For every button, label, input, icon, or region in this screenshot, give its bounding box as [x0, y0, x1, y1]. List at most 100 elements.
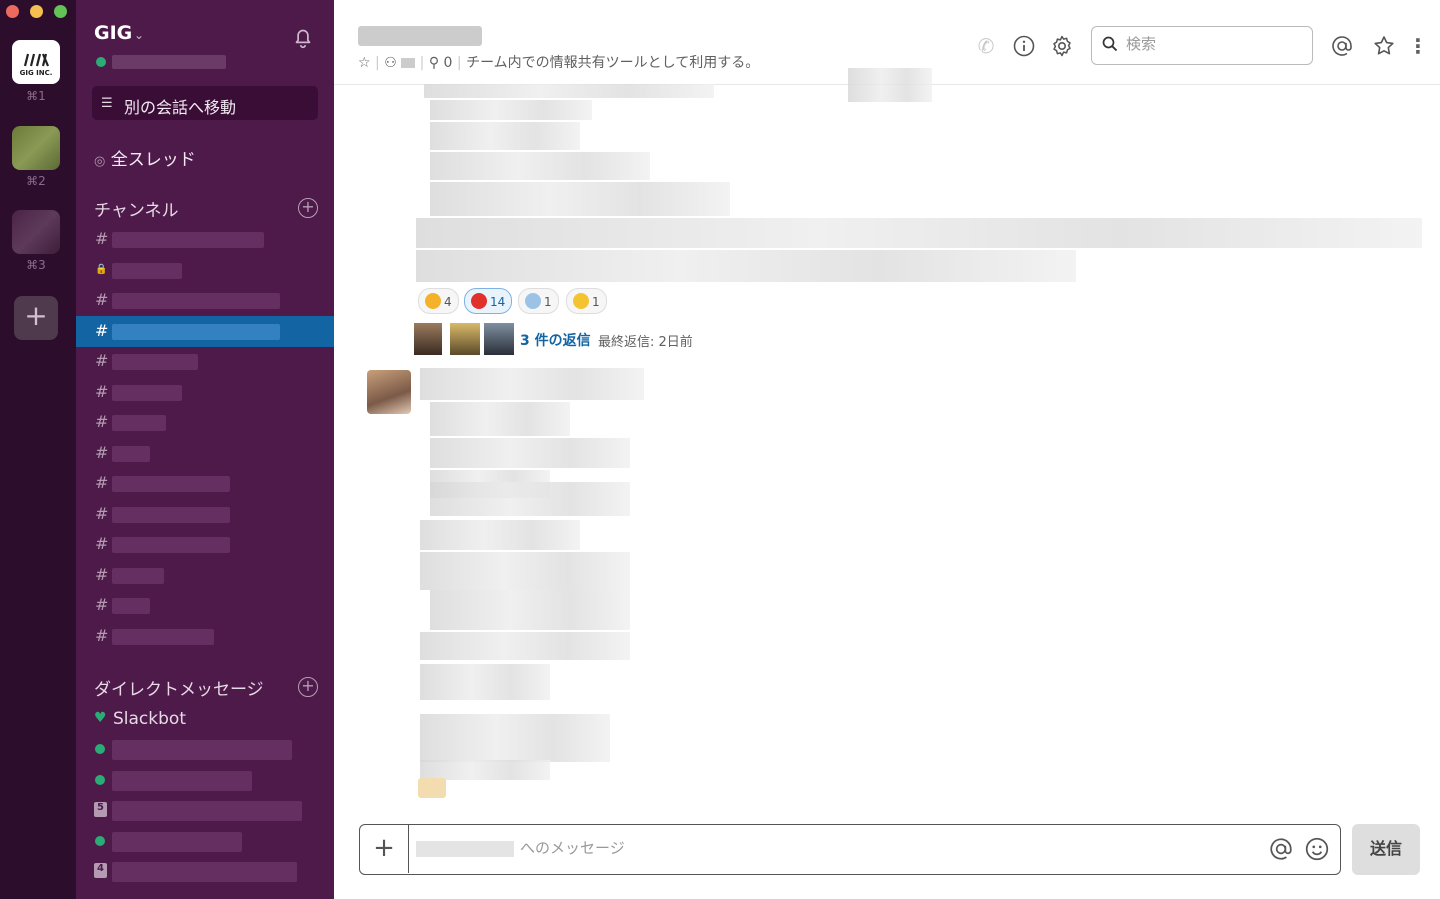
sidebar-channel-item[interactable]: #: [76, 285, 334, 316]
reaction-count: 14: [490, 295, 506, 309]
message-text-redacted: [430, 152, 650, 180]
sidebar-channel-item[interactable]: #: [76, 529, 334, 560]
reply-avatars[interactable]: [414, 323, 518, 355]
search-box[interactable]: [1091, 26, 1313, 65]
member-icon[interactable]: ⚇: [384, 55, 397, 71]
add-workspace-button[interactable]: +: [14, 296, 58, 340]
sidebar-dm-item[interactable]: [76, 826, 334, 857]
star-channel-icon[interactable]: ☆: [358, 55, 371, 71]
channel-name-redacted: [112, 476, 230, 492]
reaction-celebrate-kanji[interactable]: 14: [464, 288, 513, 314]
send-button[interactable]: 送信: [1352, 824, 1420, 875]
reaction-thumbs-up[interactable]: 4: [418, 288, 459, 314]
celebrate-kanji-icon: [471, 293, 487, 309]
message-text-redacted: [848, 68, 932, 102]
sidebar-channel-item[interactable]: #: [76, 377, 334, 408]
message-text-redacted: [420, 368, 644, 400]
screaming-face-icon: [525, 293, 541, 309]
sidebar-channel-item[interactable]: 🔒: [76, 255, 334, 286]
hash-icon: #: [95, 503, 109, 523]
sidebar-dm-item[interactable]: [76, 765, 334, 796]
pin-count[interactable]: 0: [444, 55, 453, 71]
reaction-screaming-face[interactable]: 1: [518, 288, 559, 314]
team-shortcut-1: ⌘1: [26, 89, 46, 103]
chevron-down-icon[interactable]: ⌄: [134, 28, 144, 42]
message-input[interactable]: [520, 839, 1200, 857]
channel-name-redacted: [112, 384, 182, 401]
zoom-window-button[interactable]: [54, 5, 67, 18]
dm-count-badge: 5: [94, 802, 107, 817]
channel-name-redacted: [112, 232, 264, 248]
message-text-redacted: [424, 84, 714, 98]
online-status-icon: [95, 774, 105, 785]
all-threads-link[interactable]: ◎ 全スレッド: [94, 145, 196, 170]
minimize-window-button[interactable]: [30, 5, 43, 18]
pin-icon[interactable]: ⚲: [429, 55, 439, 71]
team-gig[interactable]: GIG INC.: [12, 40, 60, 84]
hash-icon: #: [95, 290, 109, 309]
member-count-redacted: [401, 58, 416, 68]
channel-name-redacted: [112, 506, 230, 523]
dm-slackbot[interactable]: ♥ Slackbot: [76, 704, 334, 735]
workspace-name[interactable]: GIG: [94, 22, 132, 44]
channel-name-redacted[interactable]: [358, 26, 482, 46]
message-text-redacted: [430, 402, 570, 436]
sidebar-channel-item[interactable]: #: [76, 590, 334, 621]
sidebar-channel-item[interactable]: #: [76, 224, 334, 255]
sidebar-channel-item[interactable]: #: [76, 499, 334, 530]
add-channel-icon[interactable]: +: [298, 198, 318, 218]
sidebar-channel-item[interactable]: #: [76, 438, 334, 469]
reaction-joy-face[interactable]: 1: [566, 288, 607, 314]
team-2[interactable]: [12, 126, 60, 170]
hash-icon: #: [95, 625, 109, 645]
jump-to-icon: ☰: [101, 96, 113, 111]
thread-replies-link[interactable]: 3 件の返信: [520, 330, 591, 350]
emoji-redacted: [418, 778, 446, 798]
phone-icon[interactable]: ✆: [974, 34, 998, 58]
avatar[interactable]: [367, 370, 411, 414]
sidebar-channel-item[interactable]: #: [76, 346, 334, 377]
message-text-redacted: [420, 632, 630, 660]
team-3[interactable]: [12, 210, 60, 254]
sidebar-channel-item[interactable]: #: [76, 560, 334, 591]
close-window-button[interactable]: [6, 5, 19, 18]
sidebar-channel-item[interactable]: #: [76, 468, 334, 499]
search-input[interactable]: [1126, 35, 1296, 53]
hash-icon: #: [95, 564, 109, 584]
sidebar-dm-item[interactable]: [76, 734, 334, 765]
team-switcher: GIG INC. ⌘1 ⌘2 ⌘3 +: [0, 0, 76, 899]
sidebar-dm-item[interactable]: 4: [76, 856, 334, 887]
channels-header[interactable]: チャンネル: [94, 196, 179, 221]
heart-icon: ♥: [94, 710, 107, 726]
message-text-redacted: [416, 250, 1076, 282]
dm-count-badge: 4: [94, 863, 107, 878]
mentions-icon[interactable]: [1330, 34, 1354, 58]
sidebar-dm-item[interactable]: 5: [76, 795, 334, 826]
channel-topic[interactable]: チーム内での情報共有ツールとして利用する。: [466, 55, 759, 71]
team-logo-text: GIG INC.: [19, 69, 53, 77]
message-text-redacted: [430, 122, 580, 150]
attach-plus-button[interactable]: +: [360, 825, 409, 873]
gear-icon[interactable]: [1050, 34, 1074, 58]
emoji-icon[interactable]: [1304, 836, 1330, 862]
hash-icon: #: [95, 595, 109, 614]
add-dm-icon[interactable]: +: [298, 677, 318, 697]
more-options-icon[interactable]: ⋮: [1406, 34, 1430, 58]
message-text-redacted: [430, 590, 630, 630]
sidebar-channel-item[interactable]: #: [76, 315, 334, 347]
bell-icon[interactable]: [290, 24, 316, 50]
message-text-redacted: [420, 552, 630, 590]
threads-icon: ◎: [94, 154, 106, 169]
jump-to-button[interactable]: ☰ 別の会話へ移動: [92, 86, 318, 120]
sidebar-channel-item[interactable]: #: [76, 621, 334, 652]
reaction-count: 1: [544, 295, 552, 309]
sidebar-channel-item[interactable]: #: [76, 407, 334, 438]
message-text-redacted: [430, 182, 730, 216]
dm-header[interactable]: ダイレクトメッセージ: [94, 675, 264, 700]
mention-icon[interactable]: [1268, 836, 1294, 862]
hash-icon: #: [95, 351, 109, 370]
slackbot-label: Slackbot: [113, 709, 186, 729]
info-icon[interactable]: [1012, 34, 1036, 58]
star-icon[interactable]: [1372, 34, 1396, 58]
channel-name-redacted: [112, 293, 280, 309]
